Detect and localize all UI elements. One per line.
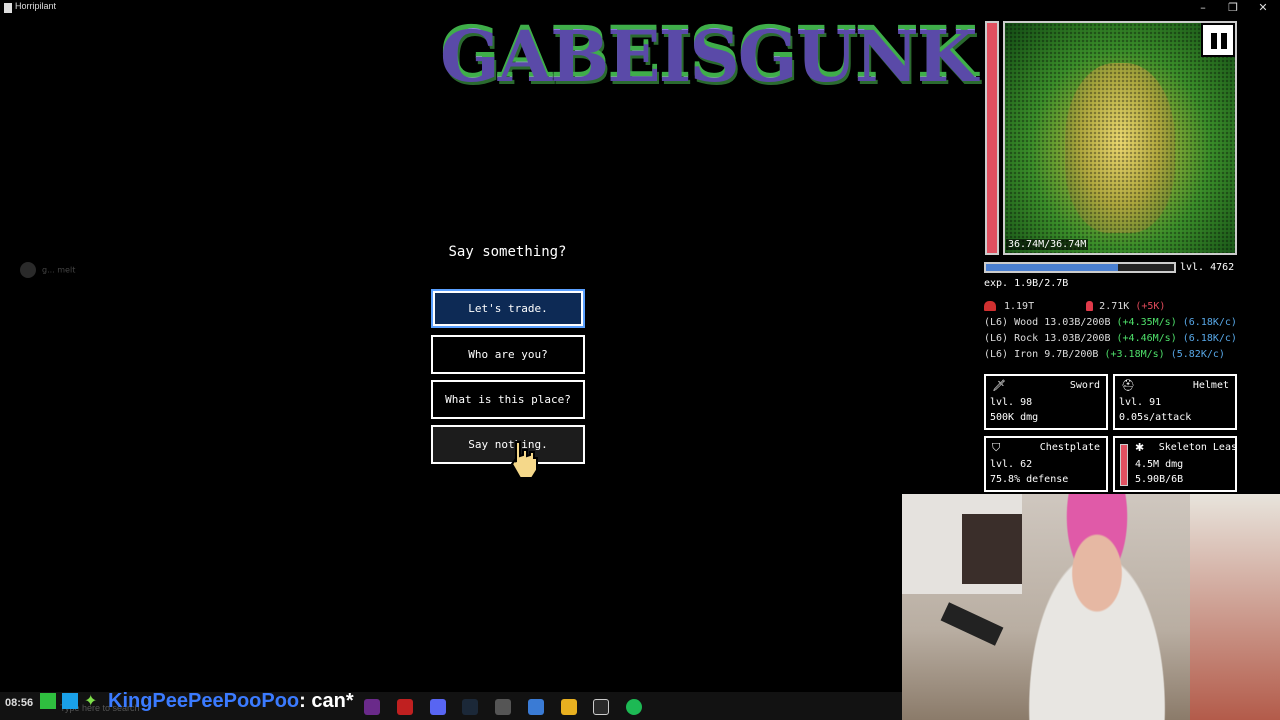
heart-icon xyxy=(984,301,996,311)
logo-text: GABEISGUNK xyxy=(440,12,978,95)
hand-cursor-icon xyxy=(510,441,538,479)
helmet-icon: ⛑ xyxy=(1121,379,1135,392)
window-title: Horripilant xyxy=(15,1,57,11)
gear-chestplate[interactable]: ⛉ Chestplate lvl. 62 75.8% defense xyxy=(984,436,1108,492)
resource-rate: (+4.35M/s) xyxy=(1116,317,1177,328)
horripilant-icon[interactable] xyxy=(593,699,609,715)
skulls-value: 2.71K xyxy=(1099,301,1130,312)
gear-level: lvl. 98 xyxy=(990,397,1033,408)
resource-name: Rock xyxy=(1014,333,1039,344)
resource-level: (L6) xyxy=(984,333,1009,344)
resource-click: (5.82K/c) xyxy=(1170,349,1225,360)
gear-helmet[interactable]: ⛑ Helmet lvl. 91 0.05s/attack xyxy=(1113,374,1237,430)
gear-level: 4.5M dmg xyxy=(1135,459,1184,470)
resource-level: (L6) xyxy=(984,349,1009,360)
files-icon[interactable] xyxy=(528,699,544,715)
skulls-gain: (+5K) xyxy=(1135,301,1166,312)
chat-ghost: g... melt xyxy=(20,262,75,278)
gear-name: Helmet xyxy=(1192,380,1229,391)
gear-stat: 5.90B/6B xyxy=(1135,474,1184,485)
star-badge-icon: ✦ xyxy=(84,691,98,710)
portrait-dither xyxy=(1005,23,1235,253)
microphone-icon xyxy=(940,602,1004,646)
clock: 08:56 xyxy=(5,697,34,709)
leash-progress-bar xyxy=(1120,444,1128,486)
resource-level: (L6) xyxy=(984,317,1009,328)
close-button[interactable]: ✕ xyxy=(1248,0,1278,16)
resource-name: Iron xyxy=(1014,349,1039,360)
skull-icon xyxy=(1086,301,1094,311)
webcam-background xyxy=(1190,494,1280,720)
gear-level: lvl. 62 xyxy=(990,459,1033,470)
twitch-icon[interactable] xyxy=(364,699,380,715)
option-what-is-this-place[interactable]: What is this place? xyxy=(431,380,585,419)
resource-amount: 9.7B/200B xyxy=(1044,349,1099,360)
kick-badge-icon xyxy=(40,693,56,709)
gear-name: Chestplate xyxy=(1039,442,1100,453)
hp-bar xyxy=(985,21,999,255)
gear-name: Skeleton Leas xyxy=(1158,442,1237,453)
resource-rate: (+3.18M/s) xyxy=(1104,349,1165,360)
chat-username: KingPeePeePooPoo xyxy=(108,690,300,712)
minimize-button[interactable]: – xyxy=(1188,0,1218,16)
chat-message: KingPeePeePooPoo: can* xyxy=(108,690,354,713)
opera-icon[interactable] xyxy=(397,699,413,715)
chestplate-icon: ⛉ xyxy=(992,441,1001,454)
resource-name: Wood xyxy=(1014,317,1039,328)
option-lets-trade[interactable]: Let's trade. xyxy=(431,289,585,328)
exp-text: exp. 1.9B/2.7B xyxy=(984,278,1069,289)
chat-ghost-text: g... melt xyxy=(42,265,76,275)
steam-icon[interactable] xyxy=(462,699,478,715)
pause-button[interactable] xyxy=(1201,23,1235,57)
resource-click: (6.18K/c) xyxy=(1182,317,1237,328)
hearts-value: 1.19T xyxy=(1004,301,1035,312)
discord-icon[interactable] xyxy=(430,699,446,715)
resource-click: (6.18K/c) xyxy=(1182,333,1237,344)
maximize-button[interactable]: ❐ xyxy=(1218,0,1248,16)
gear-stat: 500K dmg xyxy=(990,412,1039,423)
player-level: lvl. 4762 xyxy=(1180,262,1235,273)
hp-text: 36.74M/36.74M xyxy=(1006,239,1089,250)
webcam-overlay xyxy=(902,494,1280,720)
chat-avatar xyxy=(20,262,36,278)
gear-name: Sword xyxy=(1069,380,1100,391)
exp-bar-fill xyxy=(986,264,1118,271)
pause-icon xyxy=(1221,33,1227,49)
streamer xyxy=(1002,494,1192,720)
skeleton-icon: ✱ xyxy=(1135,441,1145,454)
resource-row-rock: (L6) Rock 13.03B/200B (+4.46M/s) (6.18K/… xyxy=(984,333,1237,344)
gear-sword[interactable]: 🗡 Sword lvl. 98 500K dmg xyxy=(984,374,1108,430)
resource-amount: 13.03B/200B xyxy=(1044,317,1111,328)
obs-icon[interactable] xyxy=(495,699,511,715)
sword-icon: 🗡 xyxy=(992,379,1006,392)
spotify-icon[interactable] xyxy=(626,699,642,715)
app-icon xyxy=(4,3,12,13)
exp-bar xyxy=(984,262,1176,273)
game-logo: GABEISGUNK xyxy=(440,12,978,108)
resource-row-iron: (L6) Iron 9.7B/200B (+3.18M/s) (5.82K/c) xyxy=(984,349,1225,360)
gear-stat: 0.05s/attack xyxy=(1119,412,1192,423)
mod-badge-icon xyxy=(62,693,78,709)
resource-amount: 13.03B/200B xyxy=(1044,333,1111,344)
gear-level: lvl. 91 xyxy=(1119,397,1162,408)
option-who-are-you[interactable]: Who are you? xyxy=(431,335,585,374)
pause-icon xyxy=(1211,33,1217,49)
dialog-question: Say something? xyxy=(448,244,567,260)
resource-row-wood: (L6) Wood 13.03B/200B (+4.35M/s) (6.18K/… xyxy=(984,317,1237,328)
currency-row: 1.19T 2.71K (+5K) xyxy=(984,301,1165,312)
chat-text: : can* xyxy=(299,690,354,712)
chrome-icon[interactable] xyxy=(561,699,577,715)
gear-skeleton-leash[interactable]: ✱ Skeleton Leas 4.5M dmg 5.90B/6B xyxy=(1113,436,1237,492)
gear-stat: 75.8% defense xyxy=(990,474,1069,485)
resource-rate: (+4.46M/s) xyxy=(1116,333,1177,344)
